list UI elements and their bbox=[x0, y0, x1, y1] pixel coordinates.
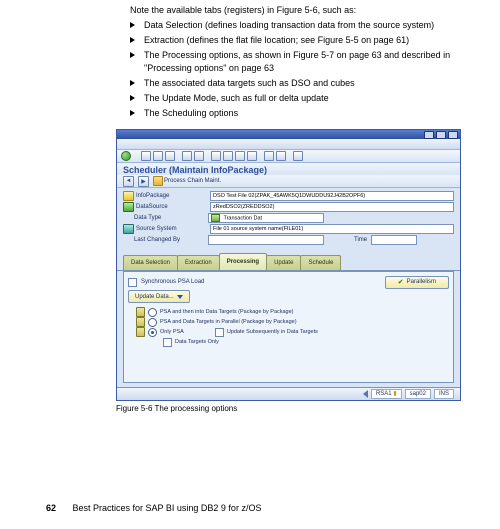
radio-label: PSA and then into Data Targets (Package … bbox=[160, 309, 294, 315]
update-data-label: Update Data... bbox=[135, 294, 174, 300]
maximize-icon[interactable] bbox=[436, 131, 446, 139]
main-toolbar bbox=[117, 150, 460, 163]
parallelism-button[interactable]: ✔ Parallelism bbox=[385, 276, 449, 289]
figure-5-6: Scheduler (Maintain InfoPackage) ◄ ▶ Pro… bbox=[116, 129, 461, 401]
radio-label: PSA and Data Targets in Parallel (Packag… bbox=[160, 319, 297, 325]
enter-icon[interactable] bbox=[121, 151, 131, 161]
time-field bbox=[371, 235, 417, 245]
sync-psa-checkbox[interactable] bbox=[128, 278, 137, 287]
sourcesys-icon bbox=[123, 224, 134, 234]
bullet-item: The Scheduling options bbox=[130, 107, 460, 119]
lastchanged-label: Last Changed By bbox=[134, 237, 208, 243]
lock-icon bbox=[136, 327, 145, 337]
sync-psa-label: Synchronous PSA Load bbox=[141, 279, 204, 285]
sub-check-label: Data Targets Only bbox=[175, 339, 219, 345]
chain-icon bbox=[153, 176, 163, 186]
lastchanged-field bbox=[208, 235, 324, 245]
datatargets-only-checkbox[interactable] bbox=[163, 338, 172, 347]
close-icon[interactable] bbox=[448, 131, 458, 139]
status-cell-mode: INS bbox=[434, 389, 454, 399]
tab-data-selection[interactable]: Data Selection bbox=[123, 255, 178, 270]
sub-check-label: Update Subsequently in Data Targets bbox=[227, 329, 318, 335]
parallelism-label: Parallelism bbox=[407, 279, 436, 285]
menubar[interactable] bbox=[117, 139, 460, 150]
bullet-item: Data Selection (defines loading transact… bbox=[130, 19, 460, 31]
infopackage-label: InfoPackage bbox=[136, 193, 210, 199]
tab-schedule[interactable]: Schedule bbox=[300, 255, 341, 270]
radio-psa-then-targets[interactable] bbox=[148, 308, 157, 317]
processing-panel: Synchronous PSA Load ✔ Parallelism Updat… bbox=[123, 271, 454, 383]
toolbar-icon[interactable] bbox=[247, 151, 257, 161]
chevron-down-icon bbox=[177, 295, 183, 299]
intro-text: Note the available tabs (registers) in F… bbox=[130, 4, 460, 16]
datatype-label: Data Type bbox=[134, 215, 208, 221]
time-label: Time bbox=[354, 237, 367, 243]
sourcesys-field[interactable]: File 01 source system name(FILE01) bbox=[210, 224, 454, 234]
book-title: Best Practices for SAP BI using DB2 9 fo… bbox=[73, 503, 262, 513]
bullet-item: The associated data targets such as DSO … bbox=[130, 77, 460, 89]
toolbar-icon[interactable] bbox=[211, 151, 221, 161]
update-subseq-checkbox[interactable] bbox=[215, 328, 224, 337]
figure-caption: Figure 5-6 The processing options bbox=[116, 404, 460, 413]
datatype-field: Transaction Dat bbox=[208, 213, 324, 223]
toolbar-icon[interactable] bbox=[276, 151, 286, 161]
status-bar: RSA1 ▮ sap02 INS bbox=[117, 387, 460, 400]
check-icon: ✔ bbox=[398, 279, 404, 286]
toolbar-icon[interactable] bbox=[223, 151, 233, 161]
page-number: 62 bbox=[46, 503, 56, 513]
app-toolbar: ◄ ▶ Process Chain Maint. bbox=[117, 175, 460, 188]
datasource-icon bbox=[123, 202, 134, 212]
cube-icon bbox=[211, 214, 220, 222]
status-arrow-icon[interactable] bbox=[363, 390, 368, 398]
toolbar-icon[interactable] bbox=[264, 151, 274, 161]
update-mode-group: PSA and then into Data Targets (Package … bbox=[136, 307, 449, 347]
toolbar-icon[interactable] bbox=[293, 151, 303, 161]
tab-processing[interactable]: Processing bbox=[219, 253, 267, 270]
datasource-label: DataSource bbox=[136, 204, 210, 210]
bullet-item: The Update Mode, such as full or delta u… bbox=[130, 92, 460, 104]
radio-only-psa[interactable] bbox=[148, 328, 157, 337]
sap-window: Scheduler (Maintain InfoPackage) ◄ ▶ Pro… bbox=[116, 129, 461, 401]
page-footer: 62 Best Practices for SAP BI using DB2 9… bbox=[46, 503, 261, 513]
infopackage-field[interactable]: DSO Test File 02(ZPAK_45AWK5Q1DWUDDU92J4… bbox=[210, 191, 454, 201]
lock-icon bbox=[136, 317, 145, 327]
process-chain-label: Process Chain Maint. bbox=[164, 178, 221, 184]
tab-bar: Data Selection Extraction Processing Upd… bbox=[117, 249, 460, 271]
window-titlebar bbox=[117, 130, 460, 139]
tab-extraction[interactable]: Extraction bbox=[177, 255, 220, 270]
lock-icon bbox=[136, 307, 145, 317]
tab-update[interactable]: Update bbox=[266, 255, 301, 270]
header-fields: InfoPackage DSO Test File 02(ZPAK_45AWK5… bbox=[117, 188, 460, 249]
nav-left-icon[interactable]: ◄ bbox=[123, 176, 134, 187]
toolbar-icon[interactable] bbox=[153, 151, 163, 161]
status-cell-transaction: RSA1 ▮ bbox=[371, 389, 402, 399]
datatype-value: Transaction Dat bbox=[223, 216, 262, 222]
nav-right-icon[interactable]: ▶ bbox=[138, 176, 149, 187]
minimize-icon[interactable] bbox=[424, 131, 434, 139]
toolbar-icon[interactable] bbox=[165, 151, 175, 161]
status-cell-system: sap02 bbox=[405, 389, 431, 399]
radio-label: Only PSA bbox=[160, 329, 184, 335]
sourcesys-label: Source System bbox=[136, 226, 210, 232]
bullet-item: The Processing options, as shown in Figu… bbox=[130, 49, 460, 73]
update-data-button[interactable]: Update Data... bbox=[128, 290, 190, 303]
toolbar-icon[interactable] bbox=[182, 151, 192, 161]
process-chain-button[interactable]: Process Chain Maint. bbox=[153, 176, 221, 186]
bullet-list: Data Selection (defines loading transact… bbox=[130, 19, 460, 119]
page-title: Scheduler (Maintain InfoPackage) bbox=[117, 163, 460, 175]
infopackage-icon bbox=[123, 191, 134, 201]
toolbar-icon[interactable] bbox=[141, 151, 151, 161]
toolbar-icon[interactable] bbox=[194, 151, 204, 161]
datasource-field[interactable]: zRedDSO2(ZREDDSO2) bbox=[210, 202, 454, 212]
radio-psa-parallel[interactable] bbox=[148, 318, 157, 327]
toolbar-icon[interactable] bbox=[235, 151, 245, 161]
bullet-item: Extraction (defines the flat file locati… bbox=[130, 34, 460, 46]
